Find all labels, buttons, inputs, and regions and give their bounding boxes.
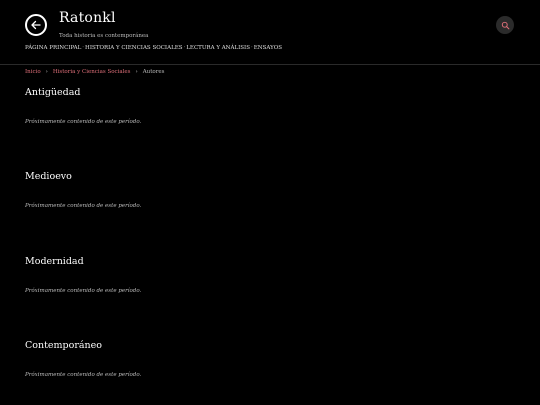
back-button[interactable] <box>25 14 47 36</box>
section-text-antiguedad: Próximamente contenido de este período. <box>25 119 142 125</box>
page: Ratonkl Toda historia es contemporánea P… <box>0 0 540 405</box>
nav-item-pagina-principal[interactable]: PÁGINA PRINCIPAL <box>25 45 81 51</box>
section-title-modernidad: Modernidad <box>25 256 84 267</box>
breadcrumb: Inicio › Historia y Ciencias Sociales › … <box>25 69 164 75</box>
arrow-left-icon <box>31 20 41 30</box>
breadcrumb-historia[interactable]: Historia y Ciencias Sociales <box>53 69 131 75</box>
search-icon <box>501 21 509 29</box>
section-title-antiguedad: Antigüedad <box>25 87 81 98</box>
section-text-contemporaneo: Próximamente contenido de este período. <box>25 372 142 378</box>
section-text-modernidad: Próximamente contenido de este período. <box>25 288 142 294</box>
section-title-medioevo: Medioevo <box>25 171 72 182</box>
breadcrumb-current: Autores <box>142 69 165 75</box>
nav-item-lectura[interactable]: LECTURA Y ANÁLISIS <box>186 45 250 51</box>
search-button[interactable] <box>496 16 514 34</box>
nav-separator: · <box>183 45 186 51</box>
section-title-contemporaneo: Contemporáneo <box>25 340 103 351</box>
breadcrumb-separator: › <box>45 69 48 75</box>
site-header: Ratonkl Toda historia es contemporánea P… <box>0 0 540 65</box>
breadcrumb-separator: › <box>135 69 138 75</box>
nav-separator: · <box>82 45 85 51</box>
nav-separator: · <box>251 45 253 51</box>
nav-item-ensayos[interactable]: ENSAYOS <box>254 45 282 51</box>
breadcrumb-inicio[interactable]: Inicio <box>25 69 41 75</box>
main-nav: PÁGINA PRINCIPAL · HISTORIA Y CIENCIAS S… <box>25 45 282 51</box>
section-text-medioevo: Próximamente contenido de este período. <box>25 203 142 209</box>
nav-item-historia[interactable]: HISTORIA Y CIENCIAS SOCIALES <box>85 45 182 51</box>
site-title[interactable]: Ratonkl <box>59 10 116 26</box>
site-subtitle: Toda historia es contemporánea <box>59 33 149 39</box>
